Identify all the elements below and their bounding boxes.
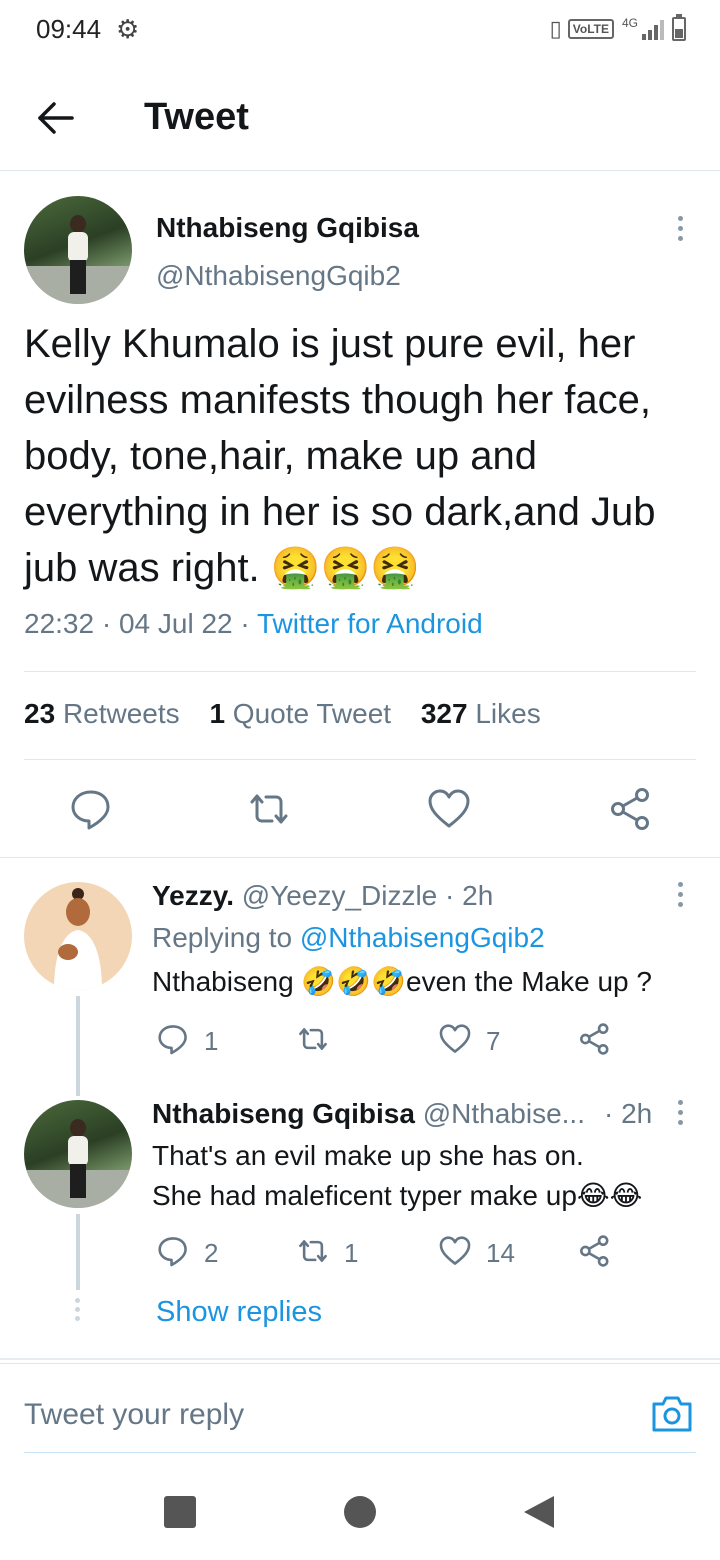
- volte-badge: VoLTE: [567, 19, 614, 39]
- reply-icon[interactable]: [68, 786, 114, 832]
- reply-icon[interactable]: [156, 1234, 190, 1268]
- reply-author-name[interactable]: Yezzy.: [152, 880, 234, 911]
- reply-author-handle[interactable]: @Nthabise...: [423, 1098, 585, 1129]
- reply-count: 1: [204, 1026, 219, 1056]
- page-title: Tweet: [144, 96, 249, 138]
- replying-to-line: Replying to @NthabisengGqib2: [152, 922, 545, 954]
- avatar[interactable]: [24, 882, 132, 990]
- retweet-icon[interactable]: [296, 1022, 330, 1056]
- replying-to-handle[interactable]: @NthabisengGqib2: [300, 922, 545, 953]
- signal-icon: [642, 18, 664, 40]
- back-button[interactable]: [522, 1494, 556, 1530]
- status-icons: ▯ VoLTE 4G: [549, 14, 686, 42]
- camera-icon[interactable]: [650, 1392, 694, 1436]
- stats-divider: [24, 759, 696, 760]
- tweet-source[interactable]: Twitter for Android: [257, 608, 483, 639]
- like-count: 14: [486, 1238, 515, 1268]
- reply-time: · 2h: [445, 880, 494, 911]
- recent-apps-button[interactable]: [164, 1496, 196, 1528]
- vibrate-icon: ▯: [549, 16, 562, 41]
- avatar[interactable]: [24, 196, 132, 304]
- thread-line: [76, 996, 80, 1096]
- tweet-time: 22:32: [24, 608, 95, 639]
- tweet-stats: 23 Retweets 1 Quote Tweet 327 Likes: [24, 698, 563, 730]
- tweet-author-handle[interactable]: @NthabisengGqib2: [156, 260, 401, 292]
- reply-text-line-2: She had maleficent typer make up😂😂: [152, 1180, 643, 1211]
- quote-tweet-stat[interactable]: 1 Quote Tweet: [209, 698, 413, 729]
- thread-dots: [75, 1298, 80, 1321]
- reply-header: Nthabiseng Gqibisa @Nthabise...: [152, 1098, 585, 1130]
- share-icon[interactable]: [578, 1022, 612, 1056]
- reply-icon[interactable]: [156, 1022, 190, 1056]
- share-icon[interactable]: [608, 786, 654, 832]
- meta-divider: [24, 671, 696, 672]
- status-time: 09:44: [36, 14, 102, 44]
- home-button[interactable]: [344, 1496, 376, 1528]
- thread-divider: [0, 1358, 720, 1360]
- like-count: 7: [486, 1026, 501, 1056]
- reply-text-line-1: That's an evil make up she has on.: [152, 1140, 584, 1171]
- network-type: 4G: [621, 16, 638, 30]
- tweet-meta: 22:32 · 04 Jul 22 · Twitter for Android: [24, 608, 483, 639]
- like-icon[interactable]: [438, 1022, 472, 1056]
- reply-time: · 2h: [604, 1098, 653, 1129]
- reply-count: 2: [204, 1238, 219, 1268]
- reply-input-underline: [24, 1452, 696, 1453]
- header-divider: [0, 170, 720, 171]
- avatar[interactable]: [24, 1100, 132, 1208]
- actions-divider: [0, 857, 720, 858]
- thread-divider-2: [0, 1363, 720, 1364]
- gear-icon: ⚙: [116, 14, 140, 44]
- reply-input[interactable]: Tweet your reply: [24, 1398, 244, 1432]
- tweet-date: 04 Jul 22: [118, 608, 233, 639]
- tweet-author-name[interactable]: Nthabiseng Gqibisa: [156, 212, 419, 244]
- replying-label: Replying to: [152, 922, 293, 953]
- battery-icon: [672, 14, 686, 41]
- reply-author-name[interactable]: Nthabiseng Gqibisa: [152, 1098, 415, 1129]
- retweet-icon[interactable]: [296, 1234, 330, 1268]
- retweets-stat[interactable]: 23 Retweets: [24, 698, 202, 729]
- like-icon[interactable]: [426, 786, 472, 832]
- more-options-icon[interactable]: [675, 1100, 685, 1125]
- more-options-icon[interactable]: [675, 216, 685, 241]
- share-icon[interactable]: [578, 1234, 612, 1268]
- more-options-icon[interactable]: [675, 882, 685, 907]
- retweet-icon[interactable]: [246, 786, 292, 832]
- like-icon[interactable]: [438, 1234, 472, 1268]
- reply-text: Nthabiseng 🤣🤣🤣even the Make up ?: [152, 966, 652, 997]
- thread-line: [76, 1214, 80, 1290]
- likes-stat[interactable]: 327 Likes: [421, 698, 563, 729]
- show-replies-link[interactable]: Show replies: [156, 1296, 322, 1329]
- back-arrow-icon[interactable]: [34, 96, 78, 140]
- reply-author-handle[interactable]: @Yeezy_Dizzle: [242, 880, 437, 911]
- reply-header: Yezzy. @Yeezy_Dizzle · 2h: [152, 880, 493, 912]
- tweet-text: Kelly Khumalo is just pure evil, her evi…: [24, 322, 656, 590]
- retweet-count: 1: [344, 1238, 359, 1268]
